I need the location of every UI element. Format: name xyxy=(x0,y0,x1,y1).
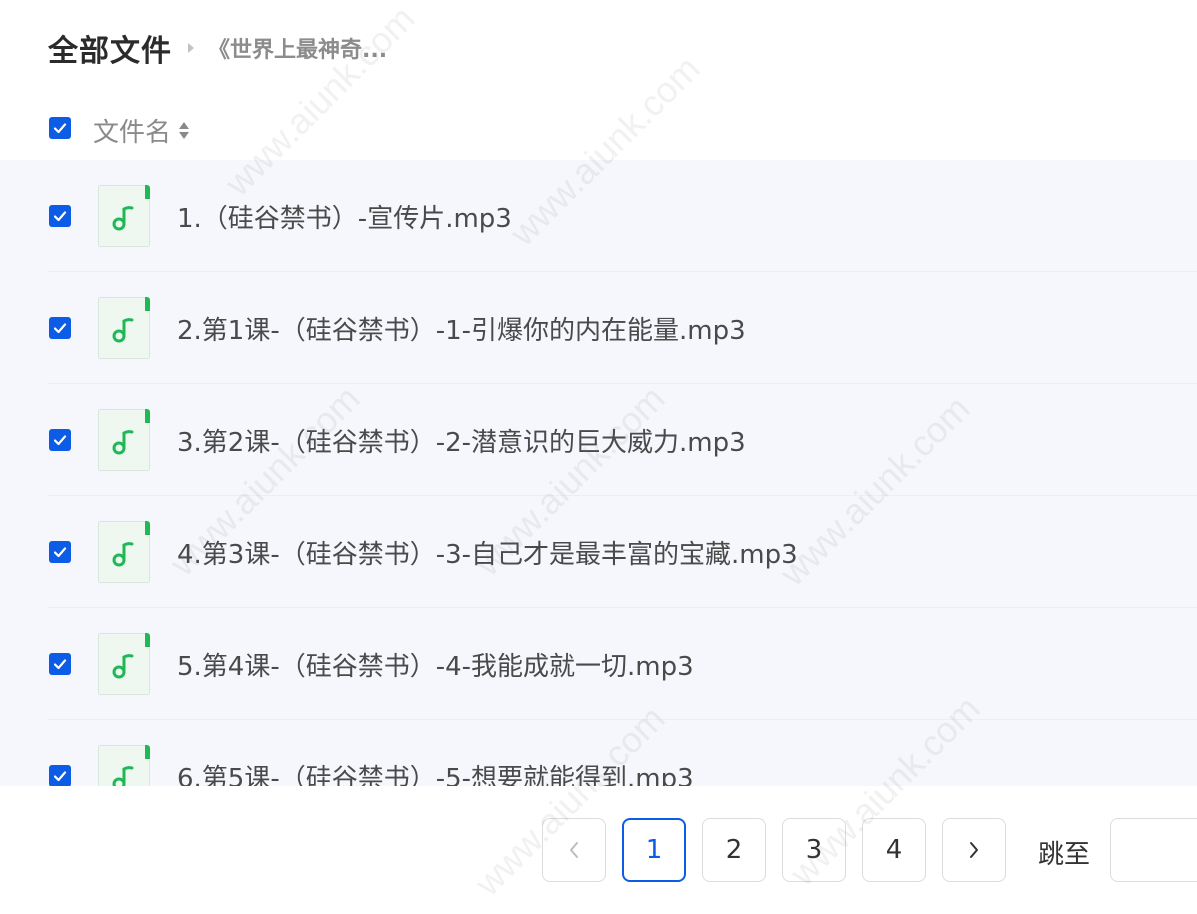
file-checkbox[interactable] xyxy=(49,429,71,451)
page-button-2[interactable]: 2 xyxy=(702,818,766,882)
breadcrumb: 全部文件 《世界上最神奇... xyxy=(48,26,387,70)
page-button-1[interactable]: 1 xyxy=(622,818,686,882)
prev-page-button[interactable] xyxy=(542,818,606,882)
pagination: 1 2 3 4 跳至 xyxy=(0,786,1197,914)
file-name[interactable]: 2.第1课-（硅谷禁书）-1-引爆你的内在能量.mp3 xyxy=(177,310,746,347)
select-all-checkbox[interactable] xyxy=(49,117,71,139)
audio-file-icon xyxy=(98,633,150,695)
page-button-3[interactable]: 3 xyxy=(782,818,846,882)
file-name[interactable]: 1.（硅谷禁书）-宣传片.mp3 xyxy=(177,198,512,235)
file-list: 1.（硅谷禁书）-宣传片.mp3 2.第1课-（硅谷禁书）-1-引爆你的内在能量… xyxy=(0,160,1197,786)
audio-file-icon xyxy=(98,745,150,786)
jump-to-page-input[interactable] xyxy=(1110,818,1197,882)
column-header-label: 文件名 xyxy=(93,118,172,148)
check-icon xyxy=(53,211,67,222)
check-icon xyxy=(53,435,67,446)
audio-file-icon xyxy=(98,409,150,471)
chevron-right-icon xyxy=(970,842,978,858)
file-row[interactable]: 3.第2课-（硅谷禁书）-2-潜意识的巨大威力.mp3 xyxy=(0,384,1197,496)
check-icon xyxy=(53,323,67,334)
check-icon xyxy=(53,547,67,558)
file-checkbox[interactable] xyxy=(49,205,71,227)
page-button-4[interactable]: 4 xyxy=(862,818,926,882)
check-icon xyxy=(53,771,67,782)
file-row[interactable]: 2.第1课-（硅谷禁书）-1-引爆你的内在能量.mp3 xyxy=(0,272,1197,384)
file-row[interactable]: 4.第3课-（硅谷禁书）-3-自己才是最丰富的宝藏.mp3 xyxy=(0,496,1197,608)
file-checkbox[interactable] xyxy=(49,765,71,786)
file-row[interactable]: 1.（硅谷禁书）-宣传片.mp3 xyxy=(0,160,1197,272)
breadcrumb-current-folder[interactable]: 《世界上最神奇... xyxy=(208,32,387,64)
check-icon xyxy=(53,123,67,134)
column-header-filename[interactable]: 文件名 xyxy=(93,112,190,149)
jump-to-label: 跳至 xyxy=(1038,840,1091,870)
audio-file-icon xyxy=(98,185,150,247)
file-name[interactable]: 6.第5课-（硅谷禁书）-5-想要就能得到.mp3 xyxy=(177,758,694,786)
list-header: 文件名 xyxy=(0,104,1197,160)
file-name[interactable]: 4.第3课-（硅谷禁书）-3-自己才是最丰富的宝藏.mp3 xyxy=(177,534,798,571)
file-row[interactable]: 5.第4课-（硅谷禁书）-4-我能成就一切.mp3 xyxy=(0,608,1197,720)
check-icon xyxy=(53,659,67,670)
chevron-left-icon xyxy=(570,842,578,858)
next-page-button[interactable] xyxy=(942,818,1006,882)
breadcrumb-all-files[interactable]: 全部文件 xyxy=(48,26,172,70)
audio-file-icon xyxy=(98,521,150,583)
file-checkbox[interactable] xyxy=(49,317,71,339)
file-checkbox[interactable] xyxy=(49,653,71,675)
audio-file-icon xyxy=(98,297,150,359)
breadcrumb-separator-icon xyxy=(188,43,194,53)
file-checkbox[interactable] xyxy=(49,541,71,563)
file-name[interactable]: 5.第4课-（硅谷禁书）-4-我能成就一切.mp3 xyxy=(177,646,694,683)
file-name[interactable]: 3.第2课-（硅谷禁书）-2-潜意识的巨大威力.mp3 xyxy=(177,422,746,459)
file-row[interactable]: 6.第5课-（硅谷禁书）-5-想要就能得到.mp3 xyxy=(0,720,1197,786)
sort-icon[interactable] xyxy=(179,122,190,139)
